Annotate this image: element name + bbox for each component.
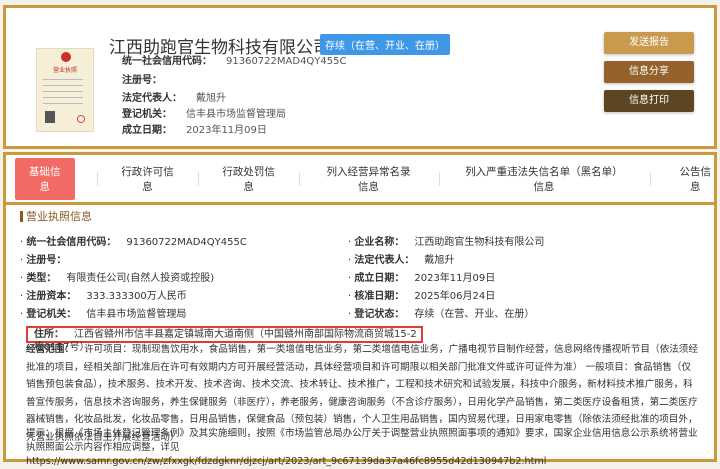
info-company-name: 企业名称：江西助跑官生物科技有限公司	[348, 233, 544, 248]
license-image-title: 营业执照	[52, 67, 77, 74]
tab-admin-penalty[interactable]: 行政处罚信息	[221, 164, 277, 194]
main-info-card: 基础信息 行政许可信息 行政处罚信息 列入经营异常名录信息 列入严重违法失信名单…	[3, 152, 717, 467]
header-reg-number: 注册号：	[122, 75, 162, 86]
tab-divider	[298, 171, 300, 186]
send-report-button[interactable]: 发送报告	[604, 32, 694, 54]
section-title: 营业执照信息	[20, 211, 92, 222]
print-info-button[interactable]: 信息打印	[604, 90, 694, 112]
company-header-card: 营业执照 江西助跑官生物科技有限公司 存续（在营、开业、在册） 统一社会信用代码…	[3, 5, 717, 149]
header-authority: 登记机关： 信丰县市场监督管理局	[122, 109, 286, 120]
header-legal-rep: 法定代表人： 戴旭升	[122, 93, 226, 104]
national-emblem-icon	[61, 52, 71, 62]
header-credit-code: 统一社会信用代码： 91360722MAD4QY455C	[122, 56, 347, 67]
info-reg-status: 登记状态：存续（在营、开业、在册）	[348, 305, 534, 320]
tab-divider	[649, 171, 651, 186]
tab-announcements[interactable]: 公告信息	[677, 164, 715, 194]
seal-icon	[77, 115, 85, 123]
info-approval-date: 核准日期：2025年06月24日	[348, 287, 495, 302]
tab-blacklist[interactable]: 列入严重违法失信名单（黑名单）信息	[464, 164, 623, 194]
business-license-image[interactable]: 营业执照	[36, 48, 94, 132]
qr-code-icon	[45, 111, 55, 123]
header-est-date: 成立日期： 2023年11月09日	[122, 125, 267, 136]
info-reg-number: 注册号：	[20, 251, 76, 266]
tab-divider	[439, 171, 441, 186]
tab-divider	[96, 171, 98, 186]
tab-basic-info[interactable]: 基础信息	[15, 157, 75, 200]
info-type: 类型：有限责任公司(自然人投资或控股)	[20, 269, 214, 284]
info-legal-rep: 法定代表人：戴旭升	[348, 251, 454, 266]
tab-bar: 基础信息 行政许可信息 行政处罚信息 列入经营异常名录信息 列入严重违法失信名单…	[6, 155, 714, 205]
info-est-date: 成立日期：2023年11月09日	[348, 269, 495, 284]
tab-divider	[197, 171, 199, 186]
notice-tip: 提示：根据《市场主体登记管理条例》及其实施细则，按照《市场监管总局办公厅关于调整…	[26, 428, 698, 467]
tab-admin-license[interactable]: 行政许可信息	[119, 164, 175, 194]
share-info-button[interactable]: 信息分享	[604, 61, 694, 83]
info-capital: 注册资本：333.333300万人民币	[20, 287, 187, 302]
info-credit-code: 统一社会信用代码：91360722MAD4QY455C	[20, 233, 247, 248]
tab-abnormal-list[interactable]: 列入经营异常名录信息	[322, 164, 416, 194]
info-authority: 登记机关：信丰县市场监督管理局	[20, 305, 186, 320]
